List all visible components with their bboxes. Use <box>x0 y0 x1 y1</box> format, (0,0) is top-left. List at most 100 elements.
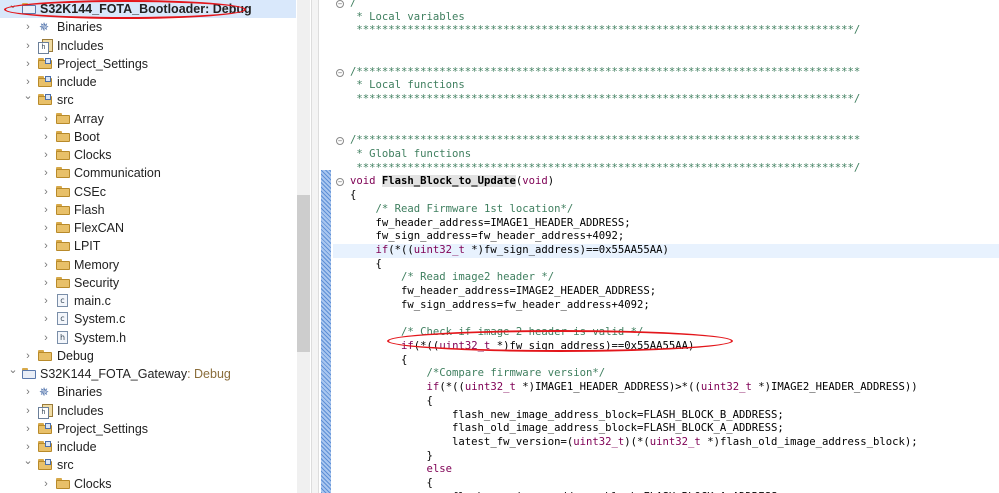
chevron-down-icon[interactable]: ⌄ <box>21 452 35 470</box>
code-line[interactable]: ****************************************… <box>333 93 999 107</box>
code-line[interactable]: /* Read image2 header */ <box>333 271 999 285</box>
tree-item-project-settings[interactable]: › Project_Settings <box>0 420 296 438</box>
code-line[interactable]: { <box>333 189 999 203</box>
tree-item-s32k144-fota-bootloader[interactable]: ⌄ S32K144_FOTA_Bootloader: Debug <box>0 0 296 18</box>
code-line[interactable]: /* Read Firmware 1st location*/ <box>333 203 999 217</box>
code-line[interactable]: * Local variables <box>333 11 999 25</box>
project-explorer-scrollbar[interactable] <box>297 0 310 493</box>
chevron-right-icon[interactable]: › <box>39 256 53 274</box>
chevron-right-icon[interactable]: › <box>21 420 35 438</box>
code-editor[interactable]: − / * Local variables *******************… <box>333 0 999 493</box>
chevron-right-icon[interactable]: › <box>21 37 35 55</box>
tree-item-system-h[interactable]: › h System.h <box>0 329 296 347</box>
scrollbar-thumb[interactable] <box>297 195 310 352</box>
code-line[interactable]: fw_header_address=IMAGE1_HEADER_ADDRESS; <box>333 217 999 231</box>
tree-item-binaries[interactable]: › ✵ Binaries <box>0 383 296 401</box>
tree-item-name: include <box>57 75 97 89</box>
tree-item-array[interactable]: › Array <box>0 110 296 128</box>
chevron-right-icon[interactable]: › <box>21 18 35 36</box>
chevron-down-icon[interactable]: ⌄ <box>21 87 35 105</box>
tree-item-binaries[interactable]: › ✵ Binaries <box>0 18 296 36</box>
fold-collapse-icon[interactable]: − <box>336 68 344 77</box>
tree-item-flash[interactable]: › Flash <box>0 201 296 219</box>
chevron-right-icon[interactable]: › <box>21 383 35 401</box>
tree-item-src[interactable]: ⌄ src <box>0 455 296 474</box>
code-text: latest_fw_version=(uint32_t)(*(uint32_t … <box>350 436 918 450</box>
code-line[interactable]: ****************************************… <box>333 162 999 176</box>
tree-item-csec[interactable]: › CSEc <box>0 183 296 201</box>
code-line[interactable]: { <box>333 354 999 368</box>
fold-collapse-icon[interactable]: − <box>336 178 344 187</box>
tree-item-memory[interactable]: › Memory <box>0 256 296 274</box>
tree-item-include[interactable]: › include <box>0 438 296 456</box>
code-line[interactable]: { <box>333 477 999 491</box>
chevron-right-icon[interactable]: › <box>39 475 53 493</box>
tree-item-clocks[interactable]: › Clocks <box>0 475 296 493</box>
chevron-right-icon[interactable]: › <box>39 237 53 255</box>
code-line[interactable]: * Global functions <box>333 148 999 162</box>
tree-item-includes[interactable]: › h Includes <box>0 402 296 420</box>
tree-item-security[interactable]: › Security <box>0 274 296 292</box>
code-line[interactable] <box>333 120 999 134</box>
fold-collapse-icon[interactable]: − <box>336 137 344 146</box>
tree-item-boot[interactable]: › Boot <box>0 128 296 146</box>
code-line[interactable]: latest_fw_version=(uint32_t)(*(uint32_t … <box>333 436 999 450</box>
tree-item-include[interactable]: › include <box>0 73 296 91</box>
code-line[interactable]: −/**************************************… <box>333 66 999 80</box>
chevron-right-icon[interactable]: › <box>39 146 53 164</box>
code-line[interactable] <box>333 52 999 66</box>
chevron-right-icon[interactable]: › <box>39 128 53 146</box>
chevron-down-icon[interactable]: ⌄ <box>6 361 20 379</box>
tree-item-includes[interactable]: › h Includes <box>0 37 296 55</box>
code-line[interactable]: fw_sign_address=fw_header_address+4092; <box>333 299 999 313</box>
tree-item-communication[interactable]: › Communication <box>0 164 296 182</box>
code-line[interactable] <box>333 38 999 52</box>
code-line[interactable]: if(*((uint32_t *)fw_sign_address)==0x55A… <box>333 340 999 354</box>
tree-item-lpit[interactable]: › LPIT <box>0 237 296 255</box>
tree-item-main-c[interactable]: › c main.c <box>0 292 296 310</box>
code-line[interactable]: /*Compare firmware version*/ <box>333 367 999 381</box>
chevron-right-icon[interactable]: › <box>39 201 53 219</box>
tree-item-clocks[interactable]: › Clocks <box>0 146 296 164</box>
code-line[interactable]: − void Flash_Block_to_Update(void) <box>333 175 999 189</box>
code-line[interactable]: } <box>333 450 999 464</box>
tree-item-s32k144-fota-gateway[interactable]: ⌄ S32K144_FOTA_Gateway: Debug <box>0 364 296 383</box>
code-line[interactable]: ****************************************… <box>333 24 999 38</box>
code-line[interactable]: fw_sign_address=fw_header_address+4092; <box>333 230 999 244</box>
code-line[interactable]: else <box>333 463 999 477</box>
code-line-current[interactable]: if(*((uint32_t *)fw_sign_address)==0x55A… <box>333 243 999 258</box>
chevron-right-icon[interactable]: › <box>39 292 53 310</box>
code-line[interactable] <box>333 107 999 121</box>
code-token: flash_new_image_address_block=FLASH_BLOC… <box>350 408 784 421</box>
chevron-right-icon[interactable]: › <box>21 402 35 420</box>
chevron-right-icon[interactable]: › <box>39 164 53 182</box>
code-line[interactable]: −/**************************************… <box>333 134 999 148</box>
code-line[interactable]: − / <box>333 0 999 11</box>
code-line[interactable]: * Local functions <box>333 79 999 93</box>
chevron-right-icon[interactable]: › <box>39 183 53 201</box>
chevron-right-icon[interactable]: › <box>39 310 53 328</box>
tree-item-system-c[interactable]: › c System.c <box>0 310 296 328</box>
code-line[interactable] <box>333 313 999 327</box>
code-line[interactable]: /* Check if image 2 header is valid */ <box>333 326 999 340</box>
chevron-right-icon[interactable]: › <box>39 329 53 347</box>
code-token: (*(( <box>388 243 414 256</box>
code-line[interactable]: fw_header_address=IMAGE2_HEADER_ADDRESS; <box>333 285 999 299</box>
chevron-right-icon[interactable]: › <box>21 347 35 365</box>
chevron-down-icon[interactable]: ⌄ <box>6 0 20 14</box>
tree-item-debug[interactable]: › Debug <box>0 347 296 365</box>
code-line[interactable]: { <box>333 258 999 272</box>
fold-collapse-icon[interactable]: − <box>336 0 344 8</box>
tree-item-src[interactable]: ⌄ src <box>0 90 296 109</box>
chevron-right-icon[interactable]: › <box>39 274 53 292</box>
code-line[interactable]: if(*((uint32_t *)IMAGE1_HEADER_ADDRESS)>… <box>333 381 999 395</box>
tree-item-flexcan[interactable]: › FlexCAN <box>0 219 296 237</box>
code-line[interactable]: { <box>333 395 999 409</box>
chevron-right-icon[interactable]: › <box>39 219 53 237</box>
code-line[interactable]: flash_old_image_address_block=FLASH_BLOC… <box>333 422 999 436</box>
code-line[interactable]: flash_new_image_address_block=FLASH_BLOC… <box>333 409 999 423</box>
chevron-right-icon[interactable]: › <box>39 110 53 128</box>
chevron-right-icon[interactable]: › <box>21 55 35 73</box>
tree-item-project-settings[interactable]: › Project_Settings <box>0 55 296 73</box>
pane-divider[interactable] <box>311 0 319 493</box>
